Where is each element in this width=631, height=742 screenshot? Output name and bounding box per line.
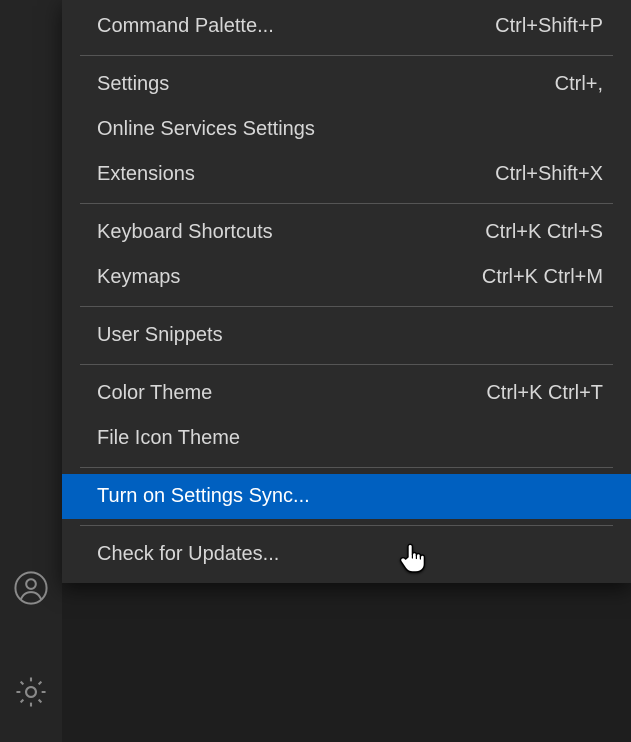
- menu-item-label: Command Palette...: [97, 15, 274, 38]
- menu-item-keyboard-shortcuts[interactable]: Keyboard Shortcuts Ctrl+K Ctrl+S: [62, 210, 631, 255]
- menu-item-shortcut: Ctrl+,: [555, 73, 603, 96]
- menu-item-shortcut: Ctrl+Shift+P: [495, 15, 603, 38]
- menu-item-label: Turn on Settings Sync...: [97, 485, 310, 508]
- person-icon: [14, 571, 48, 605]
- menu-separator: [80, 364, 613, 365]
- menu-item-shortcut: Ctrl+Shift+X: [495, 163, 603, 186]
- menu-item-shortcut: Ctrl+K Ctrl+M: [482, 266, 603, 289]
- menu-item-label: File Icon Theme: [97, 427, 240, 450]
- menu-item-label: Color Theme: [97, 382, 212, 405]
- menu-item-check-for-updates[interactable]: Check for Updates...: [62, 532, 631, 577]
- menu-item-color-theme[interactable]: Color Theme Ctrl+K Ctrl+T: [62, 371, 631, 416]
- menu-separator: [80, 306, 613, 307]
- menu-item-label: Extensions: [97, 163, 195, 186]
- menu-item-online-services-settings[interactable]: Online Services Settings: [62, 107, 631, 152]
- menu-item-shortcut: Ctrl+K Ctrl+S: [485, 221, 603, 244]
- menu-item-command-palette[interactable]: Command Palette... Ctrl+Shift+P: [62, 4, 631, 49]
- menu-item-label: Check for Updates...: [97, 543, 279, 566]
- menu-item-turn-on-settings-sync[interactable]: Turn on Settings Sync...: [62, 474, 631, 519]
- menu-item-file-icon-theme[interactable]: File Icon Theme: [62, 416, 631, 461]
- menu-item-shortcut: Ctrl+K Ctrl+T: [486, 382, 603, 405]
- menu-item-user-snippets[interactable]: User Snippets: [62, 313, 631, 358]
- gear-icon: [13, 674, 49, 710]
- accounts-button[interactable]: [0, 560, 62, 616]
- menu-item-settings[interactable]: Settings Ctrl+,: [62, 62, 631, 107]
- activity-bar: [0, 0, 62, 742]
- menu-separator: [80, 467, 613, 468]
- menu-separator: [80, 525, 613, 526]
- manage-button[interactable]: [0, 664, 62, 720]
- menu-item-label: Online Services Settings: [97, 118, 315, 141]
- menu-item-keymaps[interactable]: Keymaps Ctrl+K Ctrl+M: [62, 255, 631, 300]
- menu-separator: [80, 55, 613, 56]
- menu-item-label: Settings: [97, 73, 169, 96]
- menu-item-label: Keymaps: [97, 266, 180, 289]
- menu-item-label: Keyboard Shortcuts: [97, 221, 273, 244]
- menu-item-extensions[interactable]: Extensions Ctrl+Shift+X: [62, 152, 631, 197]
- menu-item-label: User Snippets: [97, 324, 223, 347]
- manage-context-menu: Command Palette... Ctrl+Shift+P Settings…: [62, 0, 631, 583]
- menu-separator: [80, 203, 613, 204]
